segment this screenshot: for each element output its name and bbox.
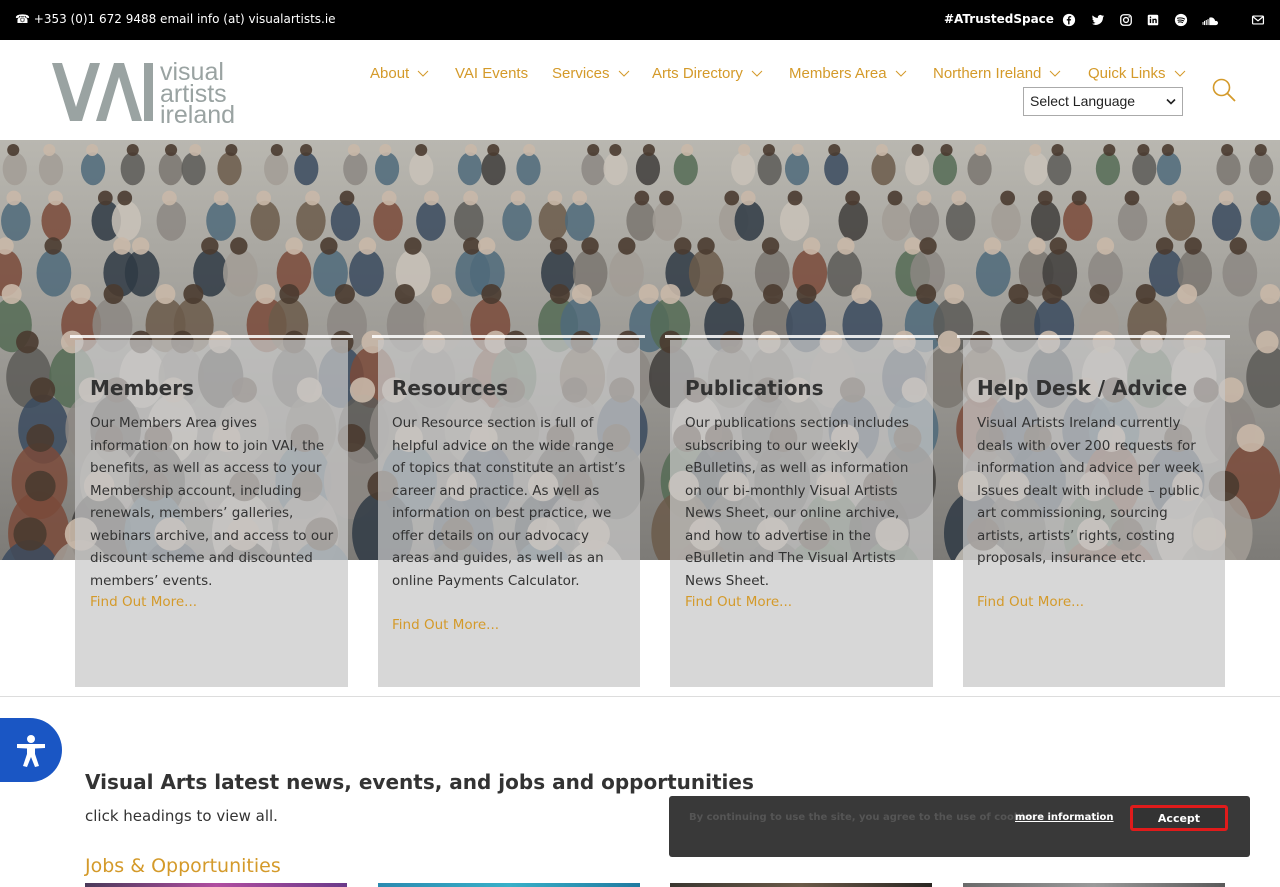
email-icon[interactable]	[1248, 10, 1268, 30]
nav-label: Northern Ireland	[933, 65, 1042, 82]
spotify-icon[interactable]	[1171, 10, 1191, 30]
nav-label: About	[370, 65, 410, 82]
nav-label: Quick Links	[1088, 65, 1166, 82]
linkedin-icon[interactable]	[1143, 10, 1163, 30]
card-help-desk: Help Desk / Advice Visual Artists Irelan…	[963, 340, 1225, 687]
accessibility-button[interactable]	[0, 718, 62, 782]
nav-label: VAI Events	[455, 65, 529, 82]
find-out-more-link[interactable]: Find Out More...	[685, 594, 792, 610]
nav-vai-events[interactable]: VAI Events	[455, 65, 528, 82]
cookie-message: By continuing to use the site, you agree…	[689, 812, 1041, 823]
card-title: Resources	[392, 376, 509, 400]
search-icon[interactable]	[1211, 77, 1237, 103]
cookie-accept-button[interactable]: Accept	[1130, 805, 1228, 831]
find-out-more-link[interactable]: Find Out More...	[90, 594, 197, 610]
card-title: Members	[90, 376, 194, 400]
soundcloud-icon[interactable]	[1201, 10, 1221, 30]
find-out-more-link[interactable]: Find Out More...	[392, 617, 499, 633]
facebook-icon[interactable]	[1059, 10, 1079, 30]
section-divider	[0, 696, 1280, 697]
nav-label: Members Area	[789, 65, 887, 82]
news-thumbnail[interactable]	[963, 883, 1225, 887]
nav-services[interactable]: Services	[552, 65, 630, 82]
card-title: Publications	[685, 376, 824, 400]
nav-label: Arts Directory	[652, 65, 743, 82]
language-select-value: Select Language	[1030, 93, 1136, 109]
chevron-down-icon	[1174, 70, 1185, 77]
instagram-icon[interactable]	[1116, 10, 1136, 30]
nav-arts-directory[interactable]: Arts Directory	[652, 65, 763, 82]
jobs-opportunities-heading[interactable]: Jobs & Opportunities	[85, 855, 281, 877]
chevron-down-icon	[895, 70, 906, 77]
news-thumbnail[interactable]	[85, 883, 347, 887]
card-body: Our publications section includes subscr…	[685, 415, 909, 589]
news-section-title: Visual Arts latest news, events, and job…	[85, 770, 754, 794]
site-header: visual artists ireland About VAI Events …	[0, 40, 1280, 140]
language-select[interactable]: Select Language	[1023, 87, 1183, 116]
top-bar: ☎ +353 (0)1 672 9488 email info (at) vis…	[0, 0, 1280, 40]
card-publications: Publications Our publications section in…	[670, 340, 933, 687]
nav-label: Services	[552, 65, 610, 82]
hashtag-link[interactable]: #ATrustedSpace	[944, 12, 1054, 26]
card-body: Our Resource section is full of helpful …	[392, 415, 626, 589]
twitter-icon[interactable]	[1088, 10, 1108, 30]
chevron-down-icon	[751, 70, 763, 77]
chevron-down-icon	[618, 70, 629, 77]
accessibility-icon	[17, 735, 45, 767]
news-section-subtitle: click headings to view all.	[85, 807, 278, 825]
chevron-down-icon	[1166, 98, 1176, 105]
cookie-more-info-link[interactable]: more information	[1015, 812, 1114, 823]
card-members: Members Our Members Area gives informati…	[75, 340, 348, 687]
logo-line-3: ireland	[160, 101, 235, 125]
vai-logo[interactable]: visual artists ireland	[52, 55, 242, 129]
news-thumbnail[interactable]	[378, 883, 640, 887]
contact-info: ☎ +353 (0)1 672 9488 email info (at) vis…	[15, 12, 336, 26]
chevron-down-icon	[417, 70, 429, 77]
nav-northern-ireland[interactable]: Northern Ireland	[933, 65, 1061, 82]
card-resources: Resources Our Resource section is full o…	[378, 340, 640, 687]
chevron-down-icon	[1050, 70, 1061, 77]
nav-members-area[interactable]: Members Area	[789, 65, 907, 82]
card-title: Help Desk / Advice	[977, 376, 1188, 400]
cookie-notice: By continuing to use the site, you agree…	[669, 796, 1250, 857]
nav-quick-links[interactable]: Quick Links	[1088, 65, 1186, 82]
news-thumbnail[interactable]	[670, 883, 932, 887]
nav-about[interactable]: About	[370, 65, 429, 82]
find-out-more-link[interactable]: Find Out More...	[977, 594, 1084, 610]
card-body: Our Members Area gives information on ho…	[90, 415, 334, 589]
card-body: Visual Artists Ireland currently deals w…	[977, 415, 1204, 566]
